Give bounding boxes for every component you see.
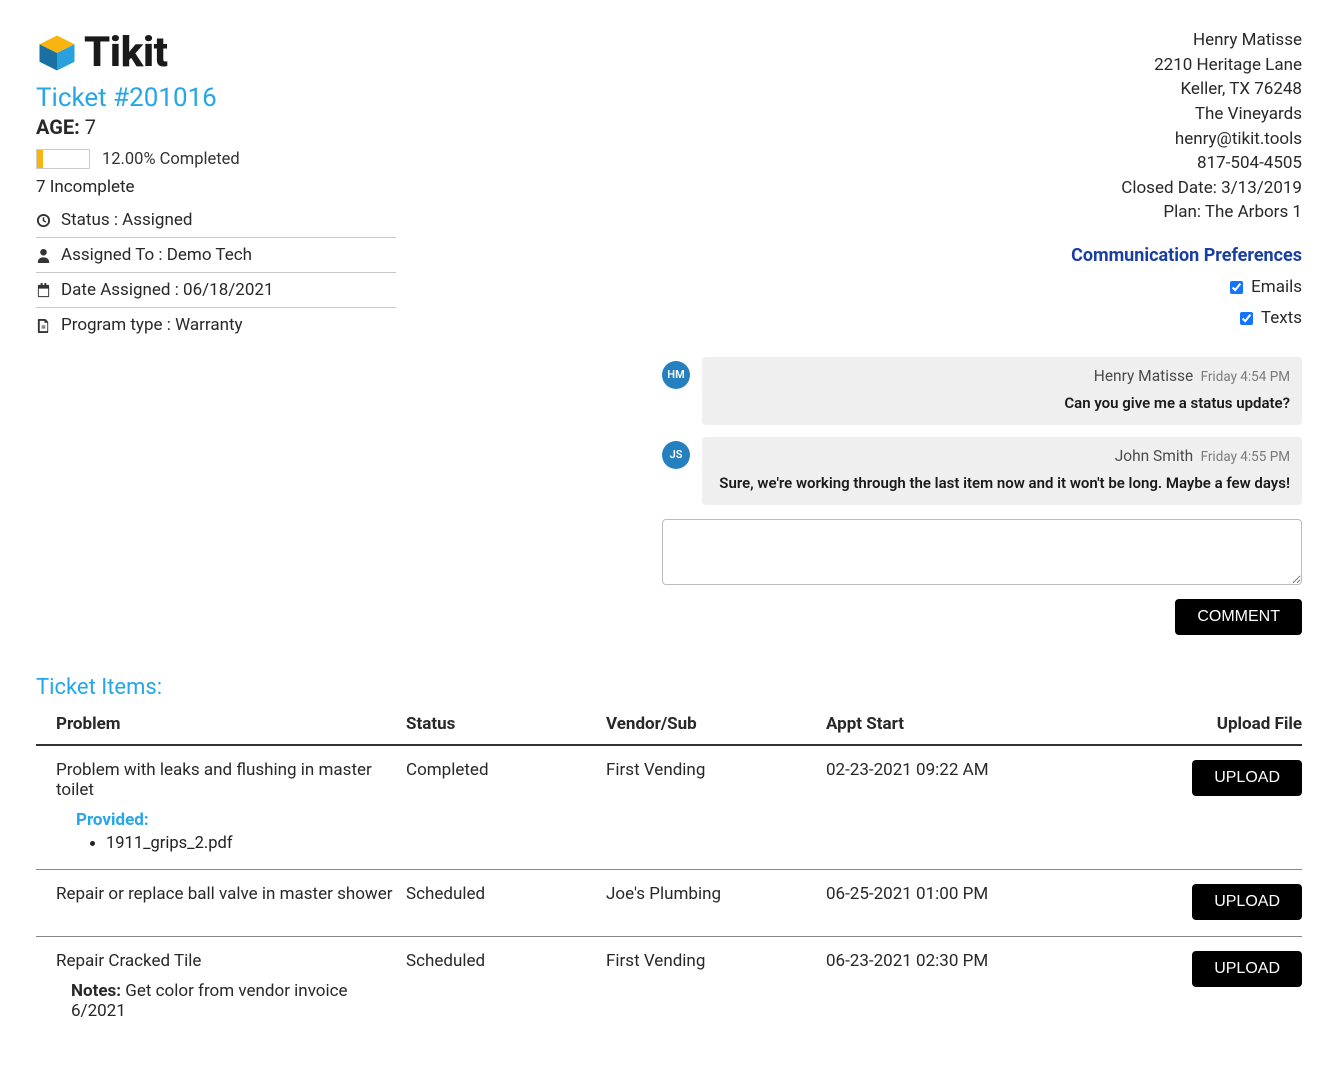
ticket-number: Ticket #201016 xyxy=(36,83,396,113)
col-problem: Problem xyxy=(36,706,406,745)
incomplete-count: 7 Incomplete xyxy=(36,177,396,197)
brand-name: Tikit xyxy=(84,28,168,77)
customer-name: Henry Matisse xyxy=(662,28,1302,53)
clock-icon xyxy=(36,213,51,228)
chat-body: Sure, we're working through the last ite… xyxy=(714,473,1290,495)
brand-logo: Tikit xyxy=(36,28,396,77)
chat-body: Can you give me a status update? xyxy=(714,393,1290,415)
meta-assigned-to: Assigned To : Demo Tech xyxy=(36,238,396,273)
item-problem: Problem with leaks and flushing in maste… xyxy=(56,760,406,800)
item-status: Completed xyxy=(406,745,606,870)
comm-prefs-title: Communication Preferences xyxy=(662,243,1302,269)
table-row: Problem with leaks and flushing in maste… xyxy=(36,745,1302,870)
item-vendor: First Vending xyxy=(606,745,826,870)
chat-timestamp: Friday 4:54 PM xyxy=(1197,369,1290,385)
col-upload: Upload File xyxy=(1076,706,1302,745)
comment-input[interactable] xyxy=(662,519,1302,585)
meta-status: Status : Assigned xyxy=(36,203,396,238)
customer-address2: Keller, TX 76248 xyxy=(662,77,1302,102)
meta-date-assigned: Date Assigned : 06/18/2021 xyxy=(36,273,396,308)
upload-button[interactable]: UPLOAD xyxy=(1192,884,1302,920)
chat-author: Henry Matisse xyxy=(1094,367,1193,385)
pref-emails-label: Emails xyxy=(1251,275,1302,300)
chat-author: John Smith xyxy=(1115,447,1194,465)
customer-community: The Vineyards xyxy=(662,102,1302,127)
col-vendor: Vendor/Sub xyxy=(606,706,826,745)
customer-phone: 817-504-4505 xyxy=(662,151,1302,176)
item-appt: 02-23-2021 09:22 AM xyxy=(826,745,1076,870)
item-status: Scheduled xyxy=(406,869,606,936)
avatar: HM xyxy=(662,361,690,389)
col-status: Status xyxy=(406,706,606,745)
pref-texts-label: Texts xyxy=(1261,306,1302,331)
progress-text: 12.00% Completed xyxy=(102,150,240,169)
item-vendor: First Vending xyxy=(606,936,826,1037)
customer-closed-date: Closed Date: 3/13/2019 xyxy=(662,176,1302,201)
customer-address1: 2210 Heritage Lane xyxy=(662,53,1302,78)
tikit-logo-icon xyxy=(36,32,78,74)
item-problem: Repair Cracked Tile xyxy=(56,951,406,971)
pref-texts-checkbox[interactable] xyxy=(1240,312,1253,325)
upload-button[interactable]: UPLOAD xyxy=(1192,760,1302,796)
col-appt: Appt Start xyxy=(826,706,1076,745)
chat-message: HM Henry Matisse Friday 4:54 PM Can you gi… xyxy=(662,357,1302,425)
document-icon xyxy=(36,318,51,333)
customer-email: henry@tikit.tools xyxy=(662,127,1302,152)
progress-bar xyxy=(36,149,90,169)
customer-plan: Plan: The Arbors 1 xyxy=(662,200,1302,225)
chat-message: JS John Smith Friday 4:55 PM Sure, we're w… xyxy=(662,437,1302,505)
chat-bubble: Henry Matisse Friday 4:54 PM Can you give… xyxy=(702,357,1302,425)
table-row: Repair or replace ball valve in master s… xyxy=(36,869,1302,936)
item-notes: Notes: Get color from vendor invoice 6/2… xyxy=(71,981,406,1021)
pref-emails-checkbox[interactable] xyxy=(1230,281,1243,294)
ticket-items-table: Problem Status Vendor/Sub Appt Start Upl… xyxy=(36,706,1302,1037)
table-row: Repair Cracked Tile Notes: Get color from… xyxy=(36,936,1302,1037)
user-icon xyxy=(36,248,51,263)
ticket-items-title: Ticket Items: xyxy=(36,675,1302,700)
item-status: Scheduled xyxy=(406,936,606,1037)
item-vendor: Joe's Plumbing xyxy=(606,869,826,936)
chat-timestamp: Friday 4:55 PM xyxy=(1197,449,1290,465)
item-appt: 06-25-2021 01:00 PM xyxy=(826,869,1076,936)
upload-button[interactable]: UPLOAD xyxy=(1192,951,1302,987)
meta-program-type: Program type : Warranty xyxy=(36,308,396,342)
ticket-age: AGE: 7 xyxy=(36,115,396,139)
avatar: JS xyxy=(662,441,690,469)
comment-button[interactable]: COMMENT xyxy=(1175,599,1302,635)
chat-bubble: John Smith Friday 4:55 PM Sure, we're wor… xyxy=(702,437,1302,505)
calendar-icon xyxy=(36,283,51,298)
item-problem: Repair or replace ball valve in master s… xyxy=(56,884,406,904)
provided-label: Provided: xyxy=(76,810,406,830)
provided-file[interactable]: 1911_grips_2.pdf xyxy=(106,834,406,853)
item-appt: 06-23-2021 02:30 PM xyxy=(826,936,1076,1037)
